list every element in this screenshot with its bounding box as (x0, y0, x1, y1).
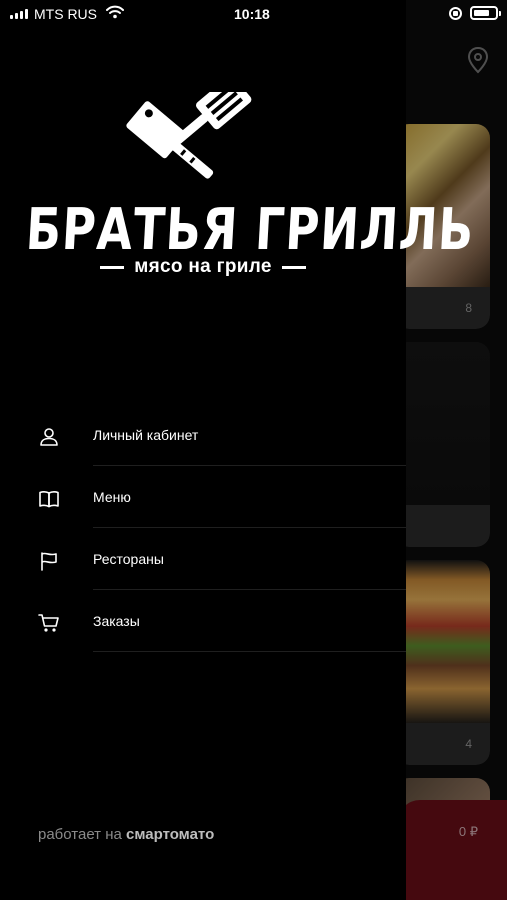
menu-item-label: Рестораны (93, 551, 164, 567)
menu-item-orders[interactable]: Заказы (0, 590, 406, 652)
menu-item-label: Заказы (93, 613, 140, 629)
brand-logo: БРАТЬЯ ГРИЛЛЬ мясо на гриле (24, 92, 476, 282)
clock: 10:18 (234, 6, 270, 22)
powered-by-prefix: работает на (38, 826, 127, 843)
powered-by-brand: смартомато (126, 826, 215, 843)
book-icon (39, 491, 59, 508)
menu-item-account[interactable]: Личный кабинет (0, 404, 406, 466)
status-bar: MTS RUS 10:18 (0, 0, 507, 28)
menu-item-label: Личный кабинет (93, 427, 199, 443)
orientation-lock-icon (449, 7, 462, 20)
menu-item-restaurants[interactable]: Рестораны (0, 528, 406, 590)
battery-icon (470, 6, 501, 20)
flag-icon (41, 552, 57, 571)
tagline-divider (100, 265, 125, 269)
tagline-text: мясо на гриле (134, 256, 272, 277)
menu-item-menu[interactable]: Меню (0, 466, 406, 528)
side-drawer: БРАТЬЯ ГРИЛЛЬ мясо на гриле Личный кабин… (0, 0, 476, 900)
menu-divider (93, 651, 406, 652)
cleaver-spatula-icon (126, 92, 252, 179)
menu-item-label: Меню (93, 489, 131, 505)
brand-tagline: мясо на гриле (28, 256, 378, 278)
cart-icon (38, 614, 59, 632)
powered-by[interactable]: работает на смартомато (38, 826, 214, 843)
carrier-name: MTS RUS (34, 6, 97, 22)
drawer-menu: Личный кабинет Меню Рестораны Заказы (0, 404, 406, 652)
wifi-icon (106, 5, 124, 19)
cellular-signal-icon (10, 9, 28, 19)
brand-name: БРАТЬЯ ГРИЛЛЬ (24, 195, 477, 263)
tagline-divider (281, 265, 306, 269)
user-icon (40, 428, 58, 446)
